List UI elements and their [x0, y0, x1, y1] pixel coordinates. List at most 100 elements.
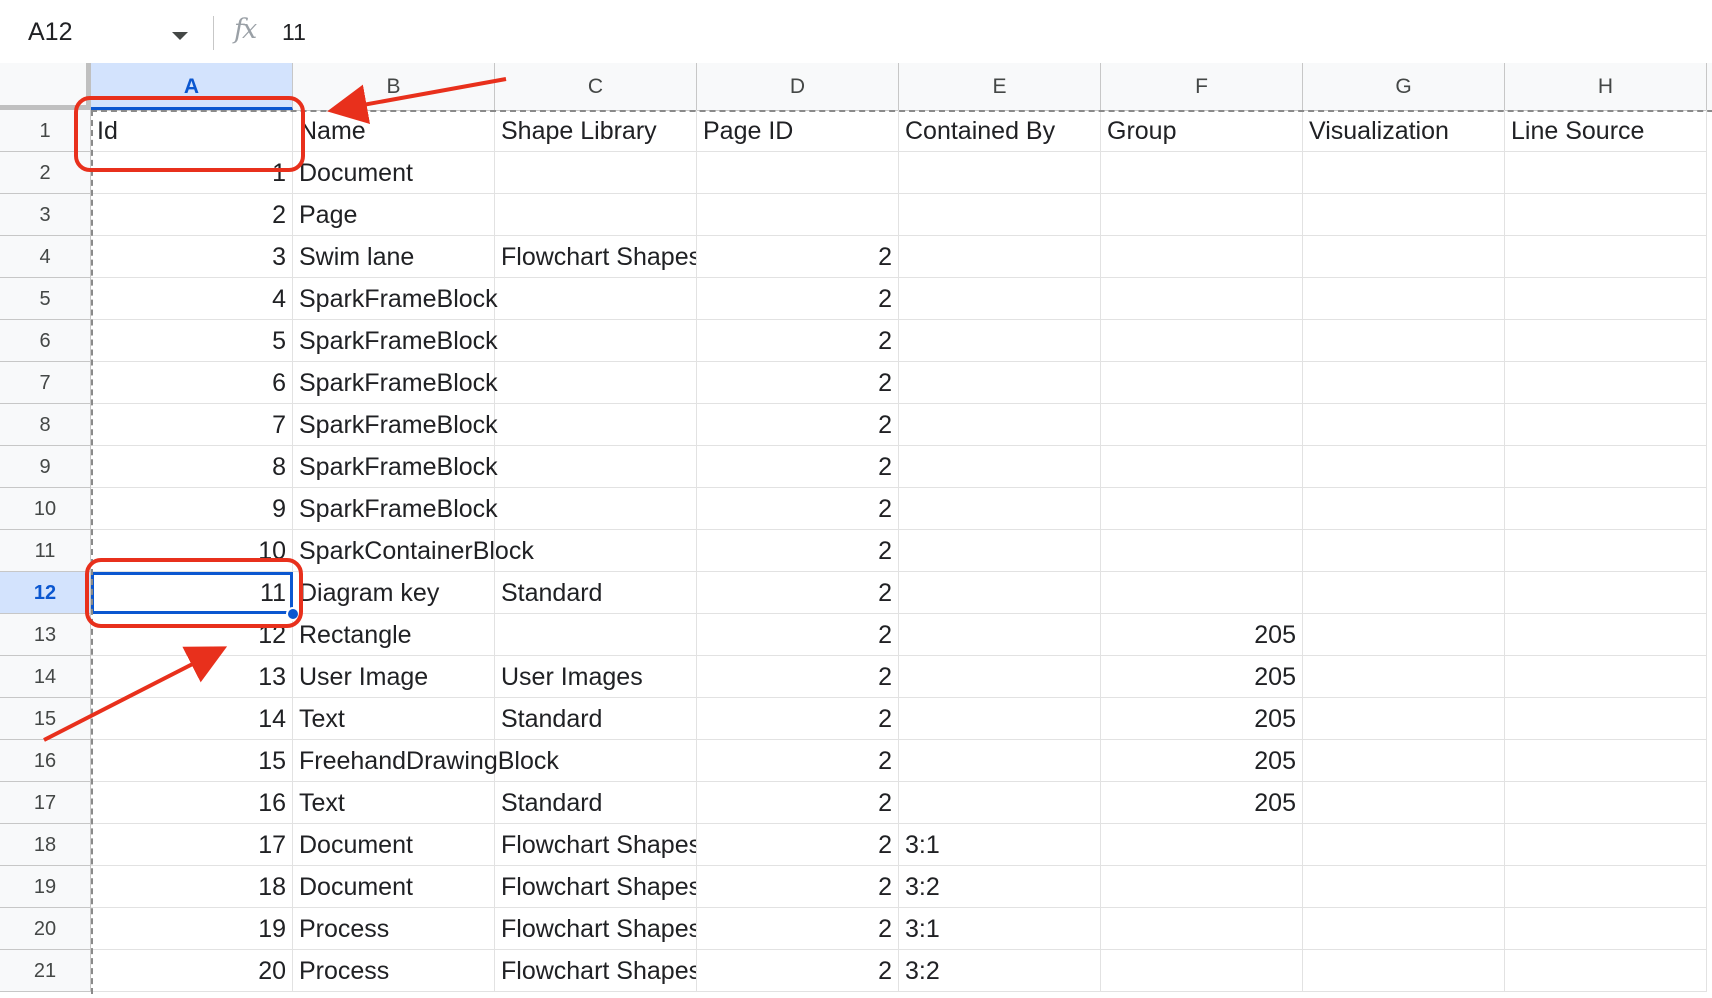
name-box[interactable]: A12 — [0, 8, 200, 56]
column-header-e[interactable]: E — [899, 63, 1101, 110]
cell-g8[interactable] — [1303, 404, 1505, 446]
cell-d20[interactable]: 2 — [697, 908, 899, 950]
cell-f18[interactable] — [1101, 824, 1303, 866]
cell-g18[interactable] — [1303, 824, 1505, 866]
cell-c2[interactable] — [495, 152, 697, 194]
cell-c3[interactable] — [495, 194, 697, 236]
cell-c7[interactable] — [495, 362, 697, 404]
cell-d21[interactable]: 2 — [697, 950, 899, 992]
cell-g9[interactable] — [1303, 446, 1505, 488]
chevron-down-icon[interactable] — [172, 32, 188, 40]
cell-h17[interactable] — [1505, 782, 1707, 824]
cell-c10[interactable] — [495, 488, 697, 530]
cell-f14[interactable]: 205 — [1101, 656, 1303, 698]
cell-c8[interactable] — [495, 404, 697, 446]
cell-b15[interactable]: Text — [293, 698, 495, 740]
row-header-19[interactable]: 19 — [0, 866, 91, 908]
row-header-21[interactable]: 21 — [0, 950, 91, 992]
cell-c15[interactable]: Standard — [495, 698, 697, 740]
cell-g10[interactable] — [1303, 488, 1505, 530]
cell-d15[interactable]: 2 — [697, 698, 899, 740]
cell-b21[interactable]: Process — [293, 950, 495, 992]
cell-b9[interactable]: SparkFrameBlock — [293, 446, 498, 488]
cell-h6[interactable] — [1505, 320, 1707, 362]
row-header-3[interactable]: 3 — [0, 194, 91, 236]
cell-f1[interactable]: Group — [1101, 110, 1303, 152]
cell-h13[interactable] — [1505, 614, 1707, 656]
cell-g15[interactable] — [1303, 698, 1505, 740]
cell-a4[interactable]: 3 — [91, 236, 293, 278]
cell-d7[interactable]: 2 — [697, 362, 899, 404]
cell-c5[interactable] — [495, 278, 697, 320]
cell-c14[interactable]: User Images — [495, 656, 697, 698]
row-header-1[interactable]: 1 — [0, 110, 91, 152]
cell-e6[interactable] — [899, 320, 1101, 362]
cell-c13[interactable] — [495, 614, 697, 656]
row-header-4[interactable]: 4 — [0, 236, 91, 278]
cell-d16[interactable]: 2 — [697, 740, 899, 782]
cell-h14[interactable] — [1505, 656, 1707, 698]
cell-a11[interactable]: 10 — [91, 530, 293, 572]
cell-g14[interactable] — [1303, 656, 1505, 698]
cell-b18[interactable]: Document — [293, 824, 495, 866]
cell-c6[interactable] — [495, 320, 697, 362]
cell-g5[interactable] — [1303, 278, 1505, 320]
cell-c19[interactable]: Flowchart Shapes — [495, 866, 697, 908]
cell-g17[interactable] — [1303, 782, 1505, 824]
row-header-12[interactable]: 12 — [0, 572, 91, 614]
cell-f17[interactable]: 205 — [1101, 782, 1303, 824]
cell-g4[interactable] — [1303, 236, 1505, 278]
cell-e10[interactable] — [899, 488, 1101, 530]
cell-a14[interactable]: 13 — [91, 656, 293, 698]
cell-a15[interactable]: 14 — [91, 698, 293, 740]
cell-h11[interactable] — [1505, 530, 1707, 572]
cell-c1[interactable]: Shape Library — [495, 110, 697, 152]
cell-a19[interactable]: 18 — [91, 866, 293, 908]
row-header-7[interactable]: 7 — [0, 362, 91, 404]
cell-a17[interactable]: 16 — [91, 782, 293, 824]
cell-d14[interactable]: 2 — [697, 656, 899, 698]
cell-h2[interactable] — [1505, 152, 1707, 194]
cell-e21[interactable]: 3:2 — [899, 950, 1101, 992]
cell-d8[interactable]: 2 — [697, 404, 899, 446]
cell-c9[interactable] — [495, 446, 697, 488]
cell-f8[interactable] — [1101, 404, 1303, 446]
cell-h20[interactable] — [1505, 908, 1707, 950]
cell-d1[interactable]: Page ID — [697, 110, 899, 152]
cell-g11[interactable] — [1303, 530, 1505, 572]
row-header-10[interactable]: 10 — [0, 488, 91, 530]
cell-h5[interactable] — [1505, 278, 1707, 320]
cell-c20[interactable]: Flowchart Shapes — [495, 908, 697, 950]
row-header-15[interactable]: 15 — [0, 698, 91, 740]
cell-c21[interactable]: Flowchart Shapes — [495, 950, 697, 992]
cell-f5[interactable] — [1101, 278, 1303, 320]
cell-g7[interactable] — [1303, 362, 1505, 404]
cell-a10[interactable]: 9 — [91, 488, 293, 530]
cell-g19[interactable] — [1303, 866, 1505, 908]
cell-g2[interactable] — [1303, 152, 1505, 194]
cell-a2[interactable]: 1 — [91, 152, 293, 194]
cell-f15[interactable]: 205 — [1101, 698, 1303, 740]
cell-e15[interactable] — [899, 698, 1101, 740]
cell-e1[interactable]: Contained By — [899, 110, 1101, 152]
cell-c12[interactable]: Standard — [495, 572, 697, 614]
cell-c4[interactable]: Flowchart Shapes — [495, 236, 697, 278]
column-header-g[interactable]: G — [1303, 63, 1505, 110]
cell-c17[interactable]: Standard — [495, 782, 697, 824]
row-header-2[interactable]: 2 — [0, 152, 91, 194]
column-header-h[interactable]: H — [1505, 63, 1707, 110]
column-header-c[interactable]: C — [495, 63, 697, 110]
cell-b14[interactable]: User Image — [293, 656, 495, 698]
cell-f16[interactable]: 205 — [1101, 740, 1303, 782]
cell-a16[interactable]: 15 — [91, 740, 293, 782]
cell-f4[interactable] — [1101, 236, 1303, 278]
cell-c16[interactable] — [495, 740, 697, 782]
cell-e18[interactable]: 3:1 — [899, 824, 1101, 866]
cell-d10[interactable]: 2 — [697, 488, 899, 530]
row-header-5[interactable]: 5 — [0, 278, 91, 320]
cell-h15[interactable] — [1505, 698, 1707, 740]
cell-d12[interactable]: 2 — [697, 572, 899, 614]
cell-a3[interactable]: 2 — [91, 194, 293, 236]
cell-e11[interactable] — [899, 530, 1101, 572]
cell-d3[interactable] — [697, 194, 899, 236]
